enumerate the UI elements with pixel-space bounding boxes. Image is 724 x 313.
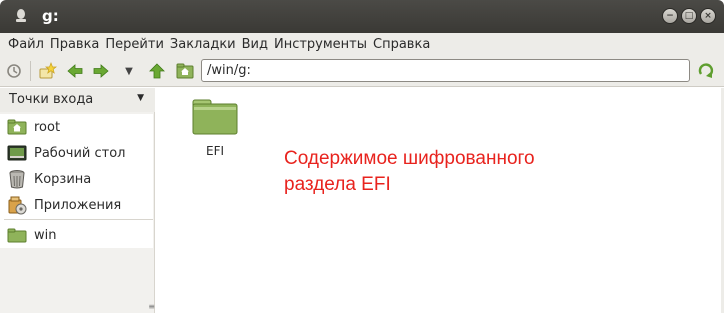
menu-tools[interactable]: Инструменты: [271, 37, 370, 52]
sidebar: Точки входа ▼ root Рабочий стол Корзина: [0, 88, 155, 313]
file-name: EFI: [205, 144, 225, 158]
toolbar-separator: [30, 61, 31, 81]
folder-icon: [7, 225, 27, 245]
home-folder-icon: [7, 117, 27, 137]
file-item-efi[interactable]: EFI: [188, 98, 242, 158]
maximize-button[interactable]: □: [681, 8, 697, 24]
annotation-text: Содержимое шифрованного раздела EFI: [284, 146, 584, 198]
sidebar-divider: [4, 219, 153, 220]
sidebar-item-label: Приложения: [34, 197, 122, 213]
places-header[interactable]: Точки входа ▼: [0, 88, 155, 112]
location-input[interactable]: /win/g:: [201, 59, 690, 82]
back-icon[interactable]: [65, 61, 85, 81]
go-icon[interactable]: [696, 61, 716, 81]
menu-go[interactable]: Перейти: [102, 37, 167, 52]
menu-bar: Файл Правка Перейти Закладки Вид Инструм…: [0, 33, 724, 55]
home-icon[interactable]: [175, 61, 195, 81]
dropdown-icon[interactable]: ▼: [119, 61, 139, 81]
menu-edit[interactable]: Правка: [47, 37, 102, 52]
up-icon[interactable]: [147, 61, 167, 81]
menu-bookmarks[interactable]: Закладки: [167, 37, 239, 52]
places-list: root Рабочий стол Корзина Приложения win: [0, 114, 153, 248]
window-menu-icon[interactable]: [13, 8, 29, 24]
sidebar-item-trash[interactable]: Корзина: [0, 166, 153, 192]
sidebar-item-label: Рабочий стол: [34, 145, 126, 161]
annotation-line: раздела EFI: [284, 174, 391, 195]
applications-icon: [7, 195, 27, 215]
file-view: EFI Содержимое шифрованного раздела EFI: [156, 88, 724, 313]
sidebar-item-label: root: [34, 119, 61, 135]
forward-icon[interactable]: [91, 61, 111, 81]
window-title: g:: [42, 7, 59, 25]
sidebar-item-root[interactable]: root: [0, 114, 153, 140]
sidebar-item-win[interactable]: win: [0, 222, 153, 248]
menu-file[interactable]: Файл: [5, 37, 47, 52]
annotation-line: Содержимое шифрованного: [284, 148, 535, 169]
sidebar-item-applications[interactable]: Приложения: [0, 192, 153, 218]
history-icon[interactable]: [4, 61, 24, 81]
close-button[interactable]: ×: [700, 8, 716, 24]
menu-view[interactable]: Вид: [239, 37, 271, 52]
folder-icon: [192, 99, 238, 135]
title-bar: g: − □ ×: [0, 0, 724, 33]
window-controls: − □ ×: [662, 8, 716, 24]
toolbar: ▼ /win/g:: [0, 55, 724, 87]
places-header-label: Точки входа: [9, 92, 94, 107]
sidebar-item-label: Корзина: [34, 171, 92, 187]
desktop-icon: [7, 143, 27, 163]
sidebar-item-desktop[interactable]: Рабочий стол: [0, 140, 153, 166]
chevron-down-icon[interactable]: ▼: [137, 93, 144, 103]
new-tab-star-icon[interactable]: [37, 61, 57, 81]
resize-grip-icon[interactable]: ≡: [148, 302, 155, 311]
trash-icon: [7, 169, 27, 189]
sidebar-item-label: win: [34, 227, 57, 243]
minimize-button[interactable]: −: [662, 8, 678, 24]
menu-help[interactable]: Справка: [370, 37, 433, 52]
